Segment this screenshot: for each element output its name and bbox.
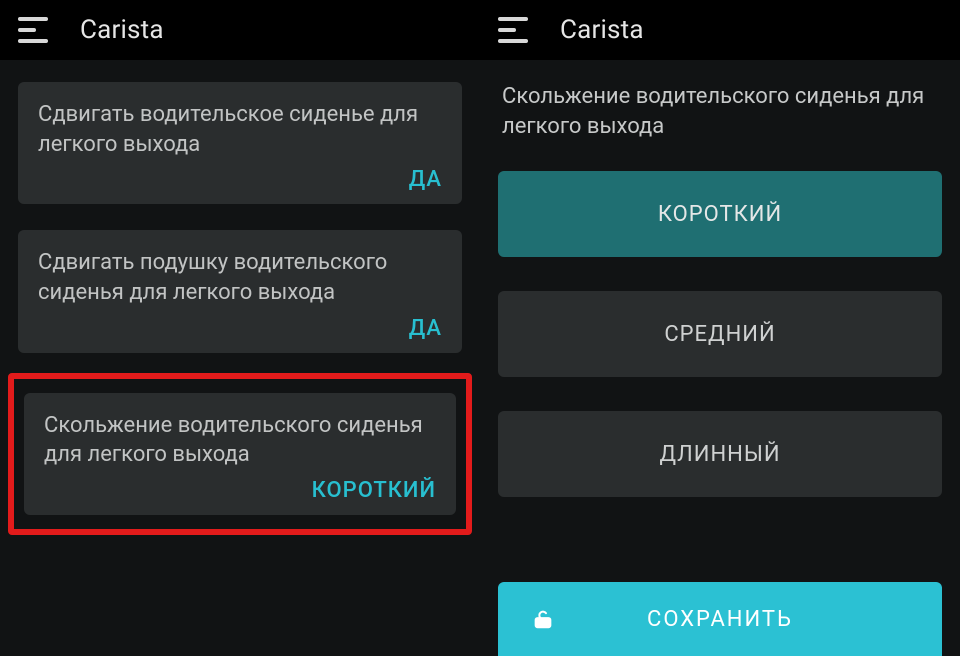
option-long[interactable]: ДЛИННЫЙ: [498, 411, 942, 497]
option-label: СРЕДНИЙ: [664, 322, 775, 347]
setting-label: Скольжение водительского сиденья для лег…: [44, 411, 436, 470]
setting-label: Сдвигать водительское сиденье для легког…: [38, 100, 442, 159]
unlock-icon: [532, 608, 554, 630]
save-button-label: СОХРАНИТЬ: [647, 607, 793, 632]
menu-icon[interactable]: [498, 12, 534, 48]
setting-value: ДА: [38, 316, 442, 341]
option-label: ДЛИННЫЙ: [659, 442, 780, 467]
settings-list: Сдвигать водительское сиденье для легког…: [0, 60, 480, 656]
screenshot-pair: Carista Сдвигать водительское сиденье дл…: [0, 0, 960, 656]
setting-value: КОРОТКИЙ: [44, 478, 436, 503]
setting-label: Сдвигать подушку водительского сиденья д…: [38, 248, 442, 307]
option-short[interactable]: КОРОТКИЙ: [498, 171, 942, 257]
option-label: КОРОТКИЙ: [658, 202, 782, 227]
save-button[interactable]: СОХРАНИТЬ: [498, 582, 942, 656]
picker-title: Скольжение водительского сиденья для лег…: [498, 82, 942, 141]
menu-icon[interactable]: [18, 12, 54, 48]
setting-row-seat-move[interactable]: Сдвигать водительское сиденье для легког…: [18, 82, 462, 204]
app-header: Carista: [480, 0, 960, 60]
app-title: Carista: [560, 15, 644, 45]
setting-row-seat-slide[interactable]: Скольжение водительского сиденья для лег…: [24, 393, 456, 515]
setting-value: ДА: [38, 167, 442, 192]
option-medium[interactable]: СРЕДНИЙ: [498, 291, 942, 377]
app-title: Carista: [80, 15, 164, 45]
phone-screen-settings-list: Carista Сдвигать водительское сиденье дл…: [0, 0, 480, 656]
app-header: Carista: [0, 0, 480, 60]
phone-screen-option-picker: Carista Скольжение водительского сиденья…: [480, 0, 960, 656]
highlight-frame: Скольжение водительского сиденья для лег…: [8, 373, 472, 535]
option-picker: Скольжение водительского сиденья для лег…: [480, 60, 960, 656]
setting-row-cushion-move[interactable]: Сдвигать подушку водительского сиденья д…: [18, 230, 462, 352]
